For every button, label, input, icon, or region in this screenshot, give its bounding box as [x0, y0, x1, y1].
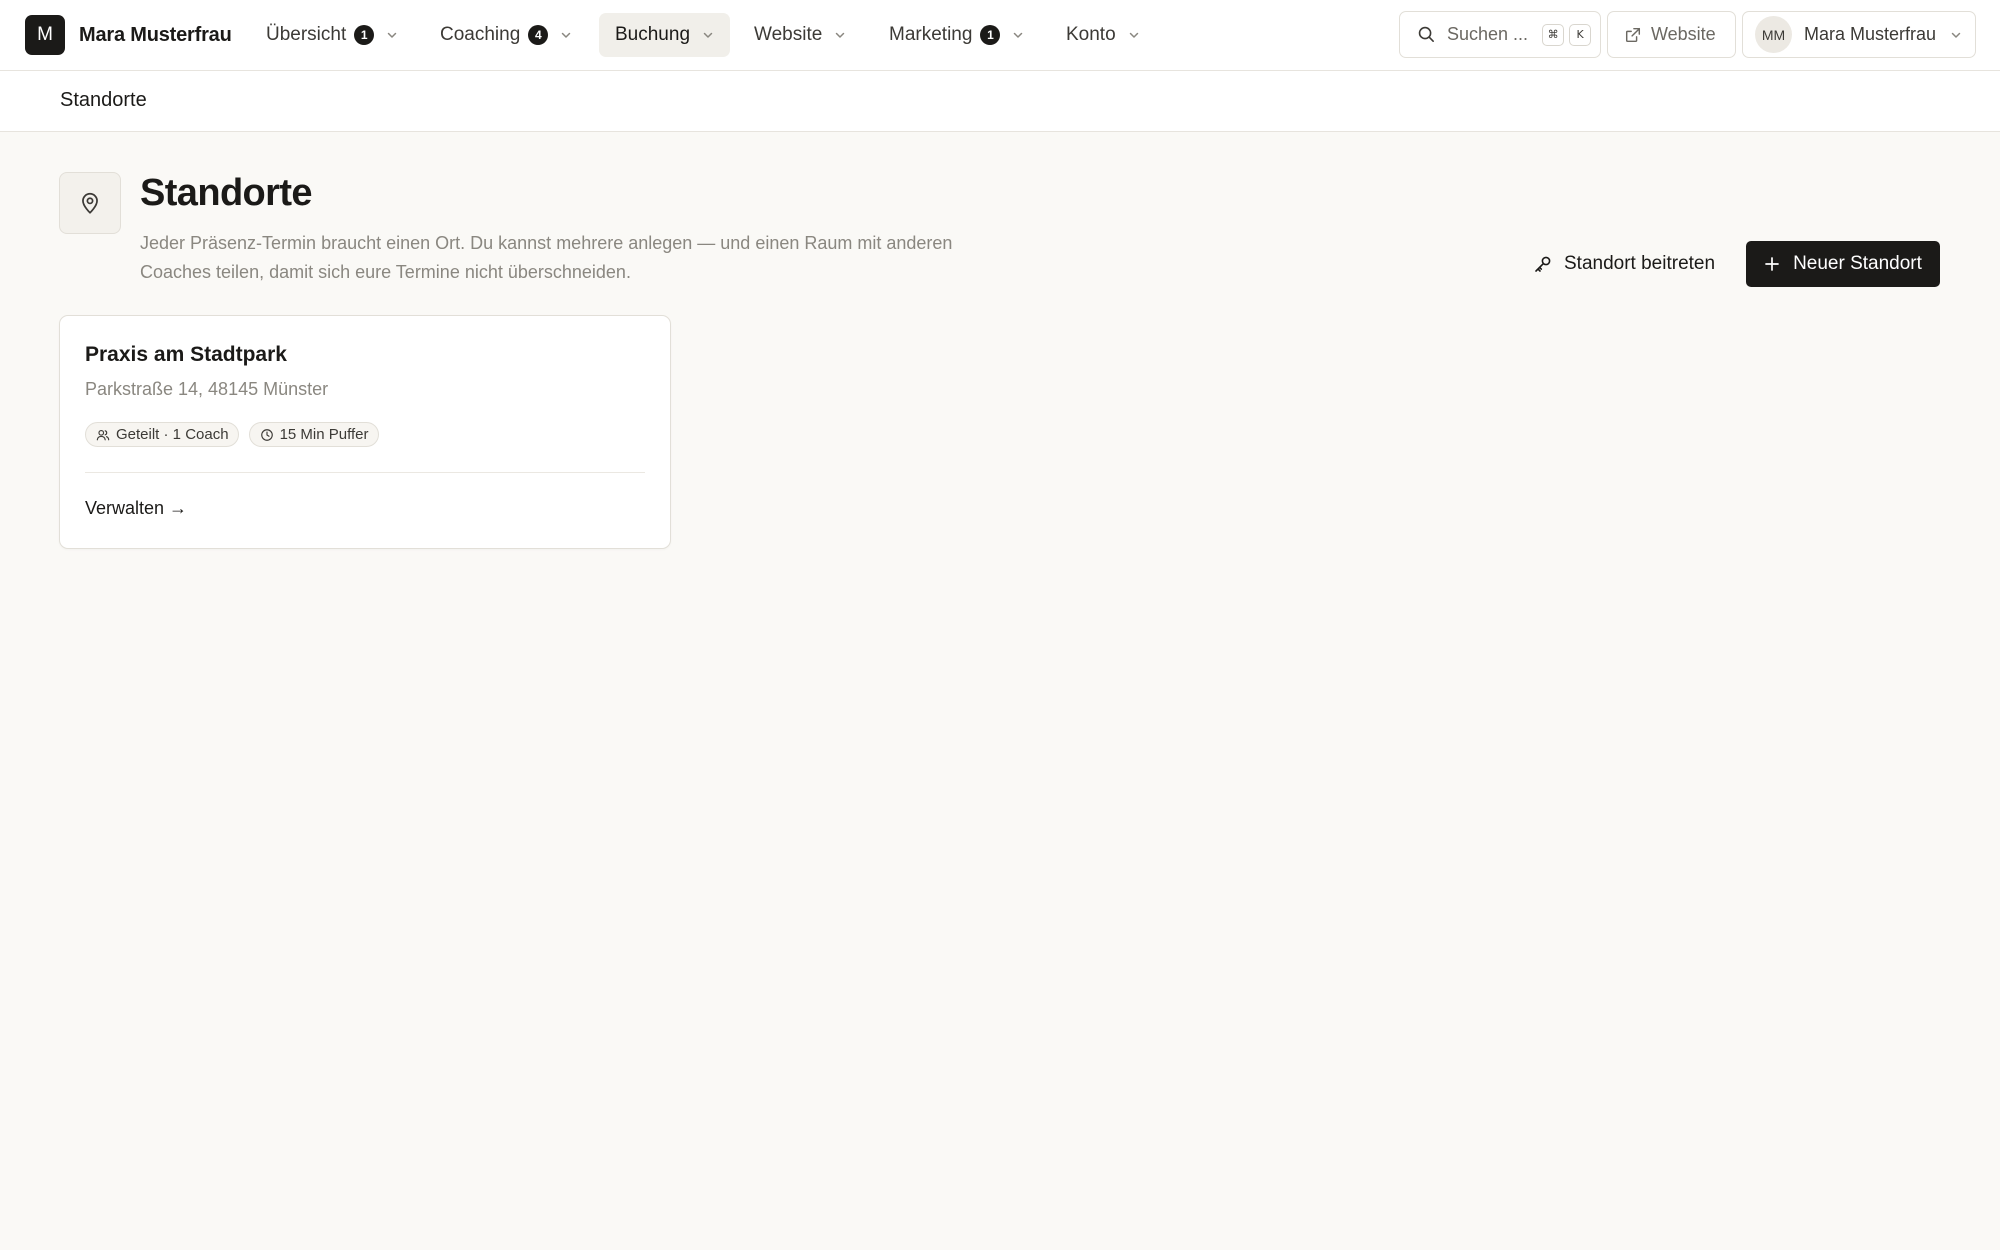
chevron-down-icon	[1014, 32, 1023, 38]
avatar: MM	[1755, 16, 1792, 53]
page-icon-box	[59, 172, 121, 234]
shared-chip: Geteilt · 1 Coach	[85, 422, 239, 447]
user-name: Mara Musterfrau	[1804, 24, 1937, 44]
join-location-label: Standort beitreten	[1564, 253, 1716, 274]
nav-item-marketing[interactable]: Marketing 1	[873, 13, 1040, 57]
buffer-chip-label: 15 Min Puffer	[279, 426, 369, 443]
nav-item-label: Buchung	[615, 24, 691, 45]
location-card[interactable]: Praxis am Stadtpark Parkstraße 14, 48145…	[59, 315, 671, 549]
external-link-icon	[1625, 27, 1641, 42]
chevron-down-icon	[703, 32, 713, 38]
plus-icon	[1765, 257, 1779, 271]
nav-badge: 1	[354, 25, 375, 45]
page-title: Standorte	[140, 172, 313, 214]
manage-location-link[interactable]: Verwalten →	[85, 498, 187, 519]
location-name: Praxis am Stadtpark	[85, 343, 287, 366]
website-button[interactable]: Website	[1607, 11, 1736, 58]
breadcrumb: Standorte	[0, 71, 2000, 132]
brand-name: Mara Musterfrau	[79, 23, 232, 46]
nav-item-coaching[interactable]: Coaching 4	[424, 13, 588, 57]
user-menu-button[interactable]: MM Mara Musterfrau	[1742, 11, 1976, 58]
search-icon	[1418, 26, 1434, 42]
chevron-down-icon	[1951, 32, 1961, 38]
clock-icon	[260, 428, 273, 441]
nav-item-label: Coaching	[440, 24, 521, 45]
chevron-down-icon	[388, 32, 397, 38]
new-location-label: Neuer Standort	[1793, 253, 1922, 274]
nav-item-website[interactable]: Website	[738, 13, 862, 57]
brand-logo: M	[25, 15, 65, 55]
new-location-button[interactable]: Neuer Standort	[1746, 241, 1940, 287]
search-placeholder: Suchen ...	[1447, 24, 1529, 44]
chevron-down-icon	[1129, 32, 1138, 38]
map-pin-icon	[82, 192, 98, 214]
users-icon	[96, 429, 110, 440]
nav-item-buchung[interactable]: Buchung	[599, 13, 731, 57]
chevron-down-icon	[562, 32, 571, 38]
nav-badge: 4	[528, 25, 549, 45]
nav-item-label: Website	[754, 24, 823, 45]
brand[interactable]: M Mara Musterfrau	[25, 15, 232, 55]
key-icon	[1535, 256, 1551, 272]
nav-item-uebersicht[interactable]: Übersicht 1	[250, 13, 414, 57]
page-description-line: Jeder Präsenz-Termin braucht einen Ort. …	[140, 233, 953, 253]
nav-item-label: Übersicht	[266, 24, 347, 45]
join-location-button[interactable]: Standort beitreten	[1523, 242, 1725, 286]
nav-item-konto[interactable]: Konto	[1050, 13, 1156, 57]
shared-chip-label: Geteilt · 1 Coach	[116, 426, 229, 443]
search-button[interactable]: Suchen ... ⌘ K	[1399, 11, 1601, 58]
buffer-chip: 15 Min Puffer	[248, 422, 379, 447]
page-description: Jeder Präsenz-Termin braucht einen Ort. …	[140, 229, 980, 287]
nav-item-label: Marketing	[889, 24, 973, 45]
breadcrumb-title: Standorte	[60, 89, 147, 111]
location-chips: Geteilt · 1 Coach 15 Min Puffer	[85, 422, 389, 447]
card-divider	[85, 472, 645, 473]
top-navigation-bar: M Mara Musterfrau Übersicht 1 Coaching 4…	[0, 0, 2000, 71]
chevron-down-icon	[836, 32, 845, 38]
nav-badge: 1	[980, 25, 1001, 45]
shortcut-key: ⌘	[1542, 23, 1565, 46]
website-button-label: Website	[1651, 24, 1716, 44]
location-address: Parkstraße 14, 48145 Münster	[85, 379, 329, 399]
page-description-line: Coaches teilen, damit sich eure Termine …	[140, 262, 631, 282]
nav-item-label: Konto	[1066, 24, 1116, 45]
shortcut-key: K	[1569, 23, 1592, 46]
